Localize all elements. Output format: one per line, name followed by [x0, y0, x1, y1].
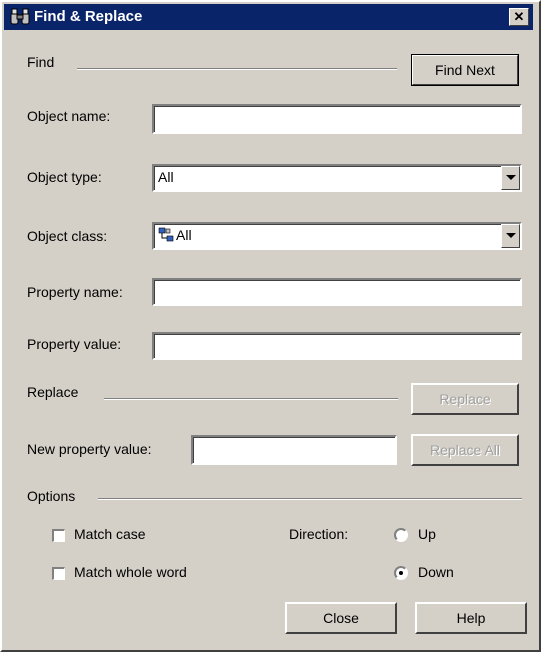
direction-down-label[interactable]: Down — [418, 564, 454, 580]
direction-label: Direction: — [289, 526, 349, 542]
property-value-input[interactable] — [152, 332, 522, 360]
property-name-label: Property name: — [27, 284, 123, 300]
object-class-select[interactable]: All — [152, 222, 522, 250]
object-type-select[interactable]: All — [152, 164, 522, 192]
match-case-label[interactable]: Match case — [74, 526, 146, 542]
object-class-label: Object class: — [27, 228, 108, 244]
property-value-label: Property value: — [27, 336, 122, 352]
direction-up-radio[interactable] — [394, 528, 408, 542]
chevron-down-icon[interactable] — [501, 166, 520, 190]
chevron-down-icon[interactable] — [501, 224, 520, 248]
replace-all-button[interactable]: Replace All — [411, 434, 519, 466]
find-section-label: Find — [27, 54, 55, 70]
object-class-value: All — [176, 227, 192, 243]
replace-button[interactable]: Replace — [411, 383, 519, 415]
new-property-value-label: New property value: — [27, 441, 152, 457]
help-button[interactable]: Help — [415, 602, 527, 634]
options-section-label: Options — [27, 488, 76, 504]
find-next-button[interactable]: Find Next — [411, 54, 519, 86]
property-name-input[interactable] — [152, 278, 522, 306]
objects-icon — [158, 227, 174, 242]
find-divider — [77, 68, 397, 70]
object-type-label: Object type: — [27, 169, 102, 185]
window-title: Find & Replace — [34, 8, 143, 25]
direction-up-label[interactable]: Up — [418, 526, 436, 542]
match-whole-word-label[interactable]: Match whole word — [74, 564, 187, 580]
object-name-input[interactable] — [152, 104, 522, 134]
close-button[interactable]: Close — [285, 602, 397, 634]
replace-section-label: Replace — [27, 384, 79, 400]
match-whole-word-checkbox[interactable] — [52, 567, 65, 580]
direction-down-radio[interactable] — [394, 566, 408, 580]
title-bar[interactable]: Find & Replace ✕ — [4, 4, 533, 30]
binoculars-icon — [10, 8, 30, 25]
new-property-value-input[interactable] — [191, 435, 397, 465]
object-type-value: All — [158, 169, 174, 185]
close-icon[interactable]: ✕ — [509, 8, 529, 26]
find-replace-dialog: Find & Replace ✕ Find Find Next Object n… — [0, 0, 541, 652]
replace-divider — [104, 398, 398, 400]
match-case-checkbox[interactable] — [52, 529, 65, 542]
object-name-label: Object name: — [27, 108, 111, 124]
options-divider — [98, 498, 522, 500]
